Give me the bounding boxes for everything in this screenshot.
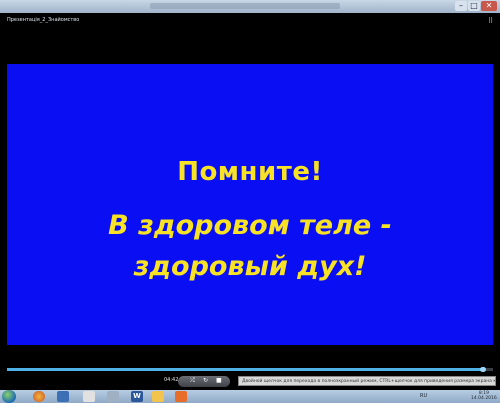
seek-bar[interactable] [7,367,493,372]
tooltip-hint: Двойной щелчок для перехода в полноэкран… [238,376,496,386]
time-display: 04:42 [164,377,179,383]
file-title: Презентація_2_Знайомство [7,17,80,23]
stop-icon[interactable]: ■ [216,377,222,384]
clock-date: 14.04.2016 [471,396,497,401]
slide-title: Помните! [177,157,323,187]
folder-icon[interactable] [107,391,119,402]
system-clock[interactable]: 8:19 14.04.2016 [471,391,497,401]
language-indicator[interactable]: RU [420,393,427,399]
seek-progress [7,368,484,371]
media-player-icon[interactable] [175,391,187,402]
player-controls: 04:42 ⤮ ↻ ■ Двойной щелчок для перехода … [0,375,500,389]
maximize-button[interactable]: □ [468,1,480,11]
window-titlebar[interactable]: – □ ✕ [0,0,500,13]
grid-icon[interactable]: ⠿ [488,18,493,25]
taskbar: W RU 8:19 14.04.2016 [0,390,500,403]
minimize-button[interactable]: – [455,1,467,11]
seek-thumb[interactable] [480,367,487,372]
media-player[interactable]: Презентація_2_Знайомство ⠿ Помните! В зд… [0,13,500,390]
close-button[interactable]: ✕ [481,1,497,11]
shuffle-icon[interactable]: ⤮ [190,377,195,384]
network-icon[interactable] [83,391,95,402]
presentation-slide[interactable]: Помните! В здоровом теле - здоровый дух! [7,64,493,345]
browser-icon[interactable] [33,391,45,402]
file-explorer-icon[interactable] [152,391,164,402]
slide-line-2: здоровый дух! [133,251,367,282]
word-icon[interactable]: W [131,391,143,402]
window-title-text [150,3,340,9]
slide-line-1: В здоровом теле - [108,210,392,241]
start-button[interactable] [2,390,16,403]
repeat-icon[interactable]: ↻ [203,377,208,384]
app-icon[interactable] [57,391,69,402]
